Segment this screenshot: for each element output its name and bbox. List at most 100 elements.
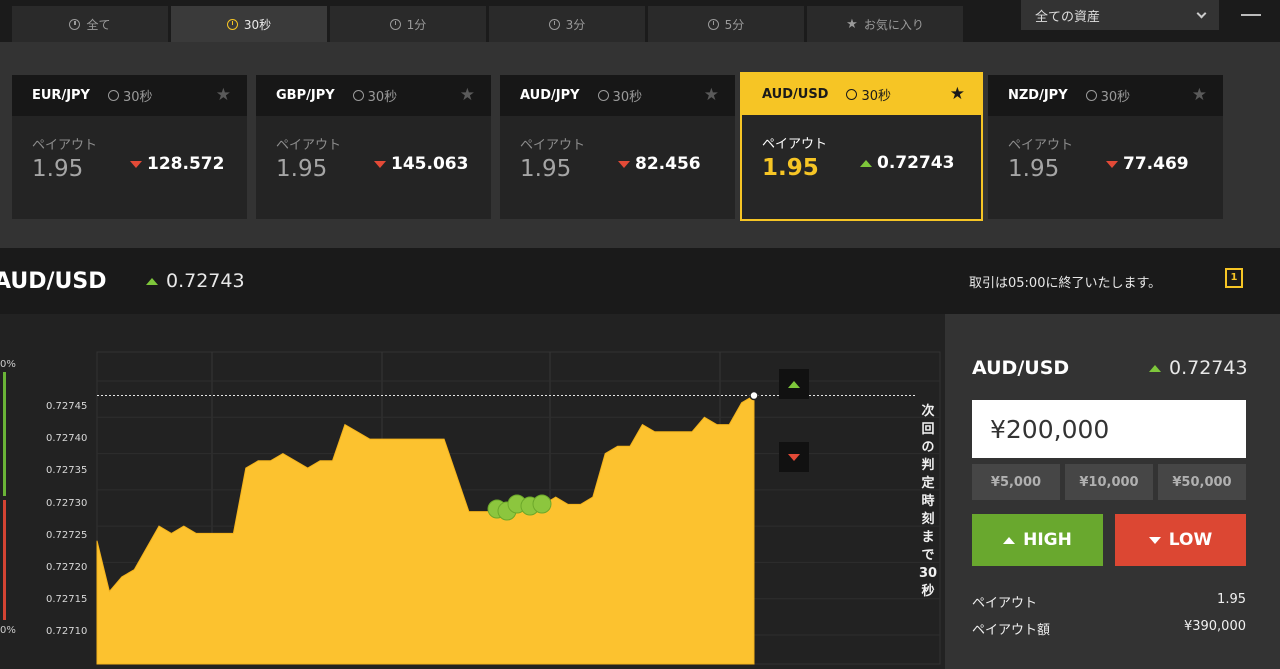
card-rate-value: 128.572 (147, 154, 225, 174)
payout-label: ペイアウト (972, 596, 1038, 611)
trade-symbol: AUD/USD (972, 357, 1070, 379)
card-duration-label: 30秒 (861, 89, 892, 104)
tab-label: 3分 (565, 17, 586, 32)
star-icon[interactable]: ★ (1192, 85, 1207, 105)
tab-1m[interactable]: 1分 (330, 6, 486, 42)
tab-all[interactable]: 全て (12, 6, 168, 42)
payout-amount-label: ペイアウト額 (972, 623, 1051, 638)
down-arrow-icon (618, 160, 630, 168)
asset-card-eurjpy[interactable]: EUR/JPY 30秒 ★ ペイアウト 1.95 128.572 (12, 75, 247, 219)
card-duration-label: 30秒 (612, 90, 643, 105)
card-duration-label: 30秒 (367, 90, 398, 105)
chart-high-marker[interactable] (779, 369, 809, 399)
asset-rate-value: 0.72743 (166, 270, 245, 292)
trade-rate-value: 0.72743 (1169, 357, 1248, 379)
card-rate: 145.063 (374, 154, 468, 174)
y-tick-label: 0.72740 (46, 433, 88, 444)
asset-rate: 0.72743 (146, 270, 245, 292)
minimize-icon[interactable] (1241, 14, 1261, 16)
card-rate-value: 82.456 (635, 154, 701, 174)
card-body: ペイアウト 1.95 0.72743 (742, 115, 981, 199)
card-duration-label: 30秒 (1100, 90, 1131, 105)
card-header: AUD/USD 30秒 ★ (742, 74, 981, 115)
star-icon[interactable]: ★ (460, 85, 475, 105)
card-header: NZD/JPY 30秒 ★ (988, 75, 1223, 116)
card-duration: 30秒 (1085, 86, 1131, 105)
tab-30s[interactable]: 30秒 (171, 6, 327, 42)
low-button[interactable]: LOW (1115, 514, 1246, 566)
payout-label: ペイアウト (520, 138, 586, 153)
tab-label: 全て (86, 17, 111, 32)
clock-icon (69, 18, 81, 30)
card-rate: 0.72743 (860, 153, 954, 173)
tab-5m[interactable]: 5分 (648, 6, 804, 42)
down-arrow-icon (1106, 160, 1118, 168)
down-arrow-icon (1148, 536, 1161, 544)
y-tick-label: 0.72725 (46, 530, 88, 541)
y-tick-label: 0.72735 (46, 465, 88, 476)
star-icon[interactable]: ★ (704, 85, 719, 105)
card-pair: EUR/JPY (32, 88, 90, 103)
preset-10000-button[interactable]: ¥10,000 (1065, 464, 1153, 500)
asset-filter-select[interactable]: 全ての資産 (1021, 0, 1219, 30)
asset-card-audusd[interactable]: AUD/USD 30秒 ★ ペイアウト 1.95 0.72743 (740, 72, 983, 221)
clock-icon (389, 18, 401, 30)
tab-label: 30秒 (243, 17, 272, 32)
high-button-label: HIGH (1023, 530, 1072, 550)
star-icon: ★ (846, 16, 858, 32)
card-pair: AUD/JPY (520, 88, 580, 103)
y-tick-label: 0.72745 (46, 401, 88, 412)
asset-card-gbpjpy[interactable]: GBP/JPY 30秒 ★ ペイアウト 1.95 145.063 (256, 75, 491, 219)
up-arrow-icon (1003, 536, 1016, 544)
up-arrow-icon (860, 159, 872, 167)
card-header: GBP/JPY 30秒 ★ (256, 75, 491, 116)
y-tick-label: 0.72715 (46, 594, 88, 605)
trade-rate: 0.72743 (1149, 357, 1248, 379)
payout-row: ペイアウト 1.95 (972, 592, 1246, 611)
card-rate-value: 77.469 (1123, 154, 1189, 174)
card-duration: 30秒 (107, 86, 153, 105)
card-rate: 77.469 (1106, 154, 1189, 174)
clock-icon (107, 90, 119, 101)
clock-icon (846, 89, 858, 100)
payout-label: ペイアウト (762, 137, 828, 152)
card-duration: 30秒 (846, 85, 891, 104)
y-tick-label: 0.72730 (46, 498, 88, 509)
payout-amount-value: ¥390,000 (1183, 619, 1246, 634)
alert-icon[interactable]: 1 (1225, 268, 1243, 288)
current-price-dot (749, 390, 759, 401)
chevron-down-icon (1196, 8, 1207, 18)
card-rate: 128.572 (130, 154, 224, 174)
y-tick-label: 0.72720 (46, 562, 88, 573)
card-rate: 82.456 (618, 154, 701, 174)
clock-icon (707, 18, 719, 30)
tab-3m[interactable]: 3分 (489, 6, 645, 42)
timeframe-tabbar: 全て 30秒 1分 3分 5分 ★ お気に入り 全ての資産 (0, 0, 1280, 42)
asset-card-nzdjpy[interactable]: NZD/JPY 30秒 ★ ペイアウト 1.95 77.469 (988, 75, 1223, 219)
card-body: ペイアウト 1.95 82.456 (500, 116, 735, 200)
star-icon[interactable]: ★ (950, 84, 965, 104)
card-duration: 30秒 (352, 86, 398, 105)
preset-5000-button[interactable]: ¥5,000 (972, 464, 1060, 500)
card-pair: NZD/JPY (1008, 88, 1068, 103)
payout-amount-row: ペイアウト額 ¥390,000 (972, 619, 1246, 638)
price-chart[interactable] (0, 314, 945, 669)
card-pair: GBP/JPY (276, 88, 335, 103)
payout-label: ペイアウト (32, 138, 98, 153)
chart-low-marker[interactable] (779, 442, 809, 472)
high-button[interactable]: HIGH (972, 514, 1103, 566)
star-icon[interactable]: ★ (216, 85, 231, 105)
payout-label: ペイアウト (1008, 138, 1074, 153)
tab-favorites[interactable]: ★ お気に入り (807, 6, 963, 42)
card-duration: 30秒 (597, 86, 643, 105)
asset-card-audjpy[interactable]: AUD/JPY 30秒 ★ ペイアウト 1.95 82.456 (500, 75, 735, 219)
card-header: AUD/JPY 30秒 ★ (500, 75, 735, 116)
preset-50000-button[interactable]: ¥50,000 (1158, 464, 1246, 500)
down-arrow-icon (374, 160, 386, 168)
up-arrow-icon (1149, 364, 1161, 372)
card-pair: AUD/USD (762, 87, 829, 102)
investment-amount-input[interactable] (972, 400, 1246, 458)
tab-label: 5分 (724, 17, 745, 32)
clock-icon (352, 90, 364, 101)
card-body: ペイアウト 1.95 145.063 (256, 116, 491, 200)
